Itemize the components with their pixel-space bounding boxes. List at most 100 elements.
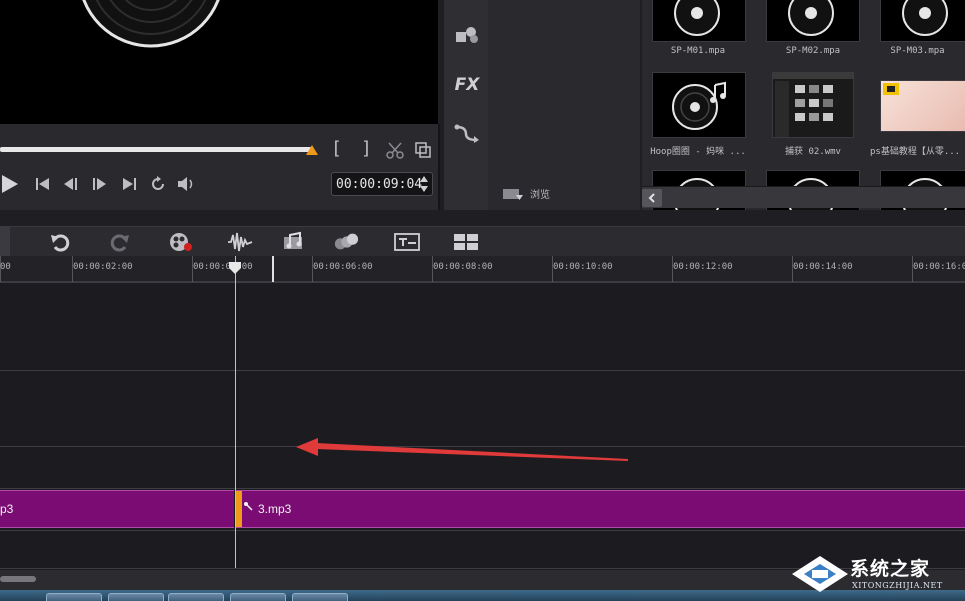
undo-icon [51,234,70,252]
video-badge-icon [883,83,899,95]
scroll-left-button[interactable] [642,189,662,207]
library-scrollbar[interactable] [642,186,965,208]
repeat-icon [152,176,164,190]
media-label: SP-M02.mpa [785,46,841,56]
next-frame-icon [93,178,106,190]
volume-button[interactable] [176,174,198,194]
play-icon [2,175,18,193]
timeline-tracks[interactable]: p3 3.mp3 [0,282,965,570]
library-media-grid: SP-M01.mpa SP-M02.mpa SP-M03.mpa Hoop圈圈 … [642,0,965,210]
sound-mixer-icon [228,232,253,252]
taskbar-button[interactable] [168,593,224,601]
auto-music-icon [284,231,302,249]
play-button[interactable] [0,174,22,194]
audio-clip-icon [244,502,253,511]
ruler-label: 00:00:12:00 [673,262,733,272]
player-controls-panel: [ ] 00:00:09:04 [0,124,440,210]
media-label: ps基础教程【从零... [870,147,961,157]
motion-tracking-icon [334,233,359,250]
preview-window[interactable] [0,0,438,124]
timeline-ruler[interactable]: 00 00:00:02:00 00:00:04:00 00:00:06:00 0… [0,256,965,282]
media-thumb[interactable] [880,80,965,132]
next-frame-button[interactable] [88,174,110,194]
browse-button[interactable]: 浏览 [502,186,550,201]
ruler-label: 00:00:02:00 [73,262,133,272]
timecode-spinner-icon[interactable] [419,175,429,193]
path-category-button[interactable] [452,120,482,146]
record-capture-button[interactable] [168,230,194,254]
ruler-label: 00:00:08:00 [433,262,493,272]
audio-disc-icon [902,0,948,36]
redo-icon [110,234,129,252]
chevron-left-icon [648,193,655,203]
audio-clip[interactable]: p3 [0,490,234,528]
taskbar-button[interactable] [46,593,102,601]
multi-camera-button[interactable] [453,230,479,254]
media-label: Hoop圈圈 - 妈咪 ... [650,147,746,157]
watermark-logo-icon [792,556,848,592]
media-thumb[interactable] [880,0,965,42]
media-thumb[interactable] [766,0,860,42]
subtitle-editor-icon [394,233,420,251]
fx-category-button[interactable]: FX [452,72,482,98]
fx-icon: FX [454,75,480,95]
audio-disc-graphic [82,0,220,48]
clip-trim-handle[interactable] [236,491,242,527]
subtitle-editor-button[interactable] [393,230,421,254]
scissors-icon[interactable] [386,141,404,159]
go-to-start-button[interactable] [32,174,54,194]
previous-frame-button[interactable] [60,174,82,194]
mark-in-button[interactable]: [ [331,138,342,159]
motion-tracking-button[interactable] [333,230,359,254]
mark-out-button[interactable]: ] [361,138,372,159]
auto-music-button[interactable] [282,230,308,254]
audio-disc-icon [674,0,720,36]
ruler-label: 00:00:06:00 [313,262,373,272]
media-label: 捕获 02.wmv [785,147,841,157]
timecode-value: 00:00:09:04 [336,177,423,192]
ruler-hover-cursor [272,256,274,282]
timeline-toolbar [0,226,965,257]
watermark-url: XITONGZHIJIA.NET [852,581,943,590]
ruler-label: 00 [0,262,11,272]
enlarge-preview-icon[interactable] [414,141,432,159]
clip-label: 3.mp3 [258,502,292,516]
taskbar-button[interactable] [108,593,164,601]
playhead-handle[interactable] [229,262,241,274]
media-label: SP-M01.mpa [670,46,726,56]
scrollbar-thumb[interactable] [0,576,36,582]
watermark: 系统之家 XITONGZHIJIA.NET [790,552,960,596]
media-thumb[interactable] [772,72,854,138]
repeat-button[interactable] [147,174,169,194]
browse-label: 浏览 [530,190,550,201]
timecode-field[interactable]: 00:00:09:04 [331,172,433,196]
watermark-title: 系统之家 [850,558,931,580]
scrub-bar[interactable] [0,147,312,152]
playhead-line[interactable] [235,256,236,568]
filter-icon [456,27,478,43]
prev-frame-icon [64,178,77,190]
taskbar-button[interactable] [230,593,286,601]
taskbar-button[interactable] [292,593,348,601]
media-thumb[interactable] [652,72,746,138]
sound-mixer-button[interactable] [227,230,253,254]
speaker-icon [178,177,193,191]
multi-camera-icon [454,234,478,250]
ruler-label: 00:00:16:00 [913,262,965,272]
toolbar-edge [0,227,10,257]
redo-button[interactable] [107,230,133,254]
undo-button[interactable] [47,230,73,254]
ruler-label: 00:00:10:00 [553,262,613,272]
audio-disc-icon [672,81,726,130]
skip-start-icon [36,178,49,190]
path-icon [454,124,479,143]
media-thumb[interactable] [652,0,746,42]
media-label: SP-M03.mpa [890,46,945,56]
ruler-label: 00:00:14:00 [793,262,853,272]
video-screenshot-thumb [773,73,853,137]
go-to-end-button[interactable] [118,174,140,194]
audio-clip[interactable]: 3.mp3 [236,490,965,528]
ruler-label: 00:00:04:00 [193,262,253,272]
trim-marker[interactable] [306,145,318,155]
filter-category-button[interactable] [452,22,482,48]
